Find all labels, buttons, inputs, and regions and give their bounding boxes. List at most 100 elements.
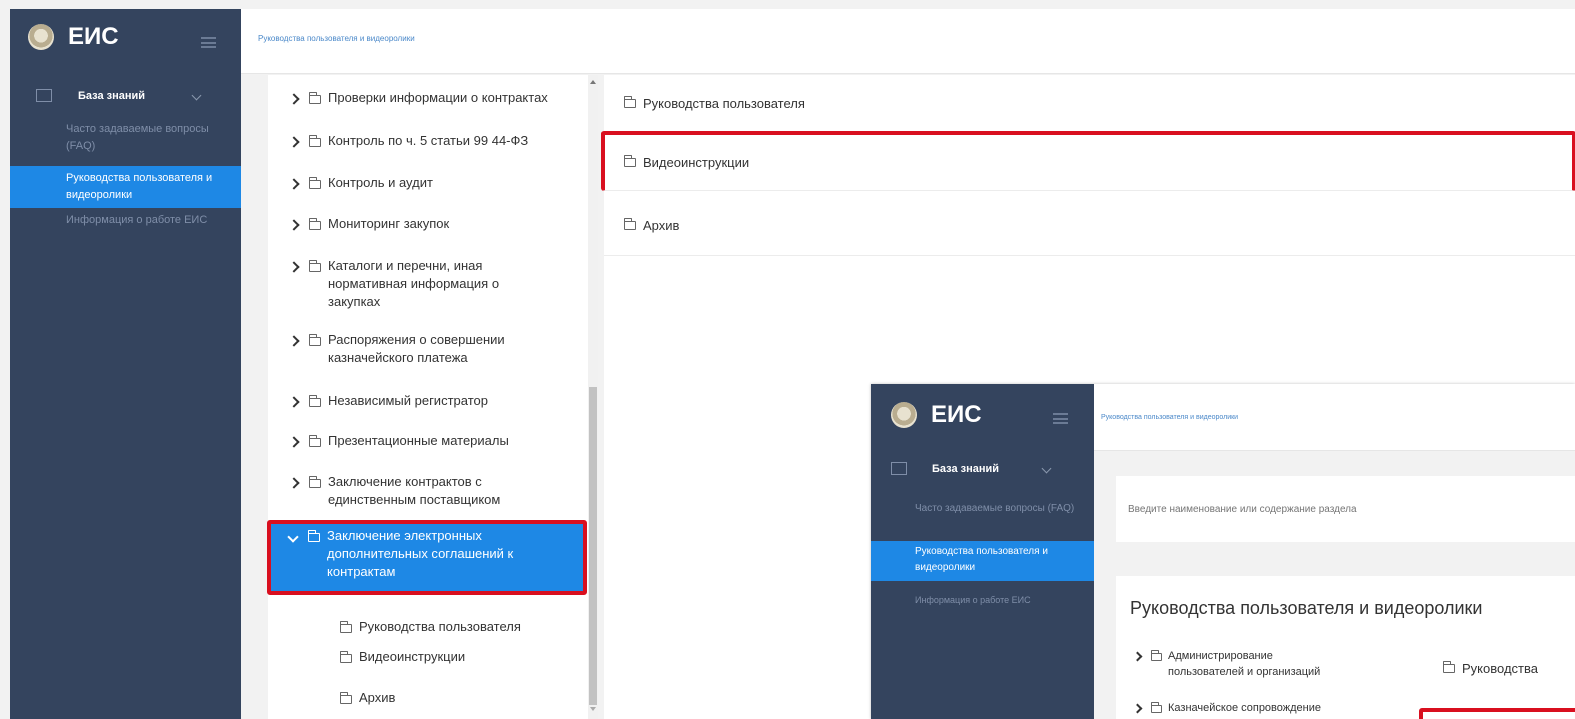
- chevron-right-icon: [1132, 651, 1143, 662]
- tree-child[interactable]: Видеоинструкции: [268, 648, 578, 666]
- inset-screenshot: ЕИС База знаний Часто задаваемые вопросы…: [871, 384, 1575, 719]
- sidebar-section-label: База знаний: [78, 89, 146, 102]
- tree-node-label: Мониторинг закупок: [328, 216, 450, 231]
- search-input[interactable]: [1116, 496, 1570, 522]
- inset-sidebar-item-guides[interactable]: Руководства пользователя и видеоролики: [871, 541, 1094, 581]
- breadcrumb[interactable]: Руководства пользователя и видеоролики: [258, 34, 415, 43]
- folder-icon: [1150, 650, 1162, 661]
- tree-node[interactable]: Независимый регистратор: [268, 392, 578, 410]
- folder-icon: [308, 435, 321, 447]
- tree-node[interactable]: Проверки информации о контрактах: [268, 89, 578, 107]
- inset-app-logo[interactable]: ЕИС: [891, 401, 982, 429]
- tree-node[interactable]: Контроль и аудит: [268, 174, 578, 192]
- tree-node-label: Заключение электронных дополнительных со…: [327, 528, 514, 579]
- tree-child[interactable]: Архив: [268, 689, 578, 707]
- folder-icon: [308, 92, 321, 104]
- folder-icon: [308, 334, 321, 346]
- inset-page-panel: Руководства пользователя и видеоролики А…: [1116, 576, 1575, 719]
- tree-child-label: Руководства пользователя: [359, 619, 521, 634]
- inset-page-title: Руководства пользователя и видеоролики: [1130, 598, 1483, 618]
- content-row-archive[interactable]: Архив: [604, 195, 1575, 256]
- scroll-up-icon[interactable]: [590, 80, 596, 84]
- inset-sidebar-item-eis-info[interactable]: Информация о работе ЕИС: [915, 592, 1085, 609]
- inset-sidebar-section[interactable]: База знаний: [891, 462, 1081, 475]
- folder-icon: [307, 530, 320, 542]
- chevron-right-icon: [1132, 703, 1143, 714]
- inset-breadcrumb[interactable]: Руководства пользователя и видеоролики: [1101, 414, 1238, 421]
- content-row-label: Видеоинструкции: [643, 155, 750, 170]
- chevron-down-icon: [191, 90, 202, 101]
- folder-icon: [308, 218, 321, 230]
- chevron-right-icon: [288, 136, 300, 148]
- inset-sidebar-item-guides-label: Руководства пользователя и видеоролики: [915, 546, 1048, 573]
- content-row-label: Руководства пользователя: [643, 95, 805, 111]
- sidebar-item-guides[interactable]: Руководства пользователя и видеоролики: [10, 166, 241, 208]
- tree-child-label: Архив: [359, 690, 396, 705]
- tree-node[interactable]: Распоряжения о совершении казначейского …: [268, 331, 578, 367]
- emblem-icon: [891, 402, 917, 428]
- content-row-video[interactable]: Видеоинструкции: [601, 131, 1575, 191]
- folder-icon: [339, 621, 352, 633]
- inset-sidebar-section-label: База знаний: [932, 462, 1000, 475]
- sidebar: ЕИС База знаний Часто задаваемые вопросы…: [10, 9, 241, 719]
- folder-icon: [308, 260, 321, 272]
- book-icon: [891, 462, 907, 475]
- tree-node[interactable]: Презентационные материалы: [268, 432, 578, 450]
- tree-node[interactable]: Контроль по ч. 5 статьи 99 44-ФЗ: [268, 132, 578, 150]
- scrollbar-thumb[interactable]: [589, 387, 597, 705]
- chevron-right-icon: [288, 261, 300, 273]
- tree-node[interactable]: Каталоги и перечни, иная нормативная инф…: [268, 257, 578, 311]
- top-bar: Руководства пользователя и видеоролики: [241, 9, 1575, 74]
- tree-node-label: Контроль и аудит: [328, 175, 433, 190]
- folder-icon: [308, 135, 321, 147]
- tree-node-label: Распоряжения о совершении казначейского …: [328, 332, 505, 365]
- inset-logo-text: ЕИС: [931, 401, 982, 428]
- chevron-right-icon: [288, 178, 300, 190]
- sidebar-section-knowledge-base[interactable]: База знаний: [36, 89, 231, 102]
- folder-icon: [339, 692, 352, 704]
- inset-sidebar-item-faq[interactable]: Часто задаваемые вопросы (FAQ): [915, 500, 1080, 517]
- menu-icon[interactable]: [1053, 413, 1068, 424]
- logo-text: ЕИС: [68, 23, 119, 50]
- folder-icon: [308, 476, 321, 488]
- sidebar-item-guides-label: Руководства пользователя и видеоролики: [66, 172, 213, 201]
- chevron-right-icon: [288, 93, 300, 105]
- tree-child-label: Видеоинструкции: [359, 649, 466, 664]
- tree-node-label: Независимый регистратор: [328, 393, 488, 408]
- inset-tree-node[interactable]: Казначейское сопровождение: [1116, 700, 1426, 716]
- tree-node[interactable]: Заключение контрактов с единственным пос…: [268, 473, 578, 509]
- sidebar-item-eis-info[interactable]: Информация о работе ЕИС: [66, 212, 236, 229]
- inset-highlight-frame: [1419, 708, 1575, 719]
- chevron-right-icon: [288, 396, 300, 408]
- section-tree: Проверки информации о контрактах Контрол…: [267, 75, 598, 719]
- tree-child[interactable]: Руководства пользователя: [268, 618, 578, 636]
- chevron-down-icon: [1041, 463, 1052, 474]
- folder-icon: [623, 217, 636, 230]
- folder-icon: [1150, 702, 1162, 713]
- scrollbar[interactable]: [588, 75, 598, 719]
- tree-node-label: Контроль по ч. 5 статьи 99 44-ФЗ: [328, 133, 529, 148]
- tree-node-label: Презентационные материалы: [328, 433, 509, 448]
- tree-node-label: Каталоги и перечни, иная нормативная инф…: [328, 258, 500, 309]
- menu-icon[interactable]: [201, 37, 216, 48]
- chevron-right-icon: [288, 477, 300, 489]
- inset-content-row[interactable]: Руководства: [1433, 648, 1575, 688]
- folder-icon: [339, 651, 352, 663]
- inset-sidebar: ЕИС База знаний Часто задаваемые вопросы…: [871, 384, 1094, 719]
- scroll-down-icon[interactable]: [590, 707, 596, 711]
- tree-node-label: Заключение контрактов с единственным пос…: [328, 474, 501, 507]
- folder-icon: [308, 395, 321, 407]
- app-logo[interactable]: ЕИС: [28, 23, 119, 51]
- inset-tree-node-label: Казначейское сопровождение: [1168, 702, 1321, 714]
- tree-node-selected[interactable]: Заключение электронных дополнительных со…: [267, 520, 587, 595]
- inset-search-bar: [1116, 476, 1575, 542]
- inset-tree-node-label: Администрирование пользователей и органи…: [1168, 650, 1321, 678]
- content-row-label: Архив: [643, 217, 680, 233]
- content-row-guides[interactable]: Руководства пользователя: [604, 75, 1575, 132]
- book-icon: [36, 89, 52, 102]
- inset-tree-node[interactable]: Администрирование пользователей и органи…: [1116, 648, 1426, 680]
- chevron-right-icon: [288, 436, 300, 448]
- tree-node[interactable]: Мониторинг закупок: [268, 215, 578, 233]
- sidebar-item-faq[interactable]: Часто задаваемые вопросы (FAQ): [66, 121, 226, 155]
- tree-node-label: Проверки информации о контрактах: [328, 90, 548, 105]
